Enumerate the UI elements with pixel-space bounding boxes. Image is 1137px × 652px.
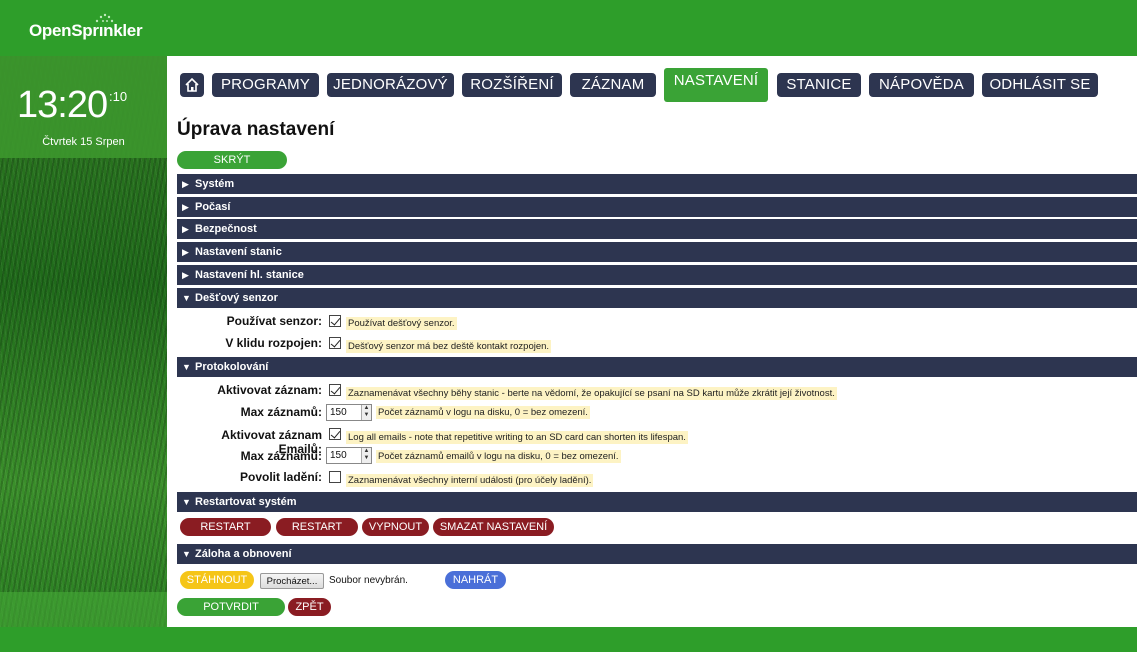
section-title: Dešťový senzor <box>195 292 278 304</box>
restart-ospy-button[interactable]: RESTART OSPY <box>180 518 271 551</box>
restart-hw-button[interactable]: RESTART HW <box>276 518 358 551</box>
section-title: Protokolování <box>195 361 269 373</box>
collapse-icon: ▼ <box>182 497 191 507</box>
rain-nc-checkbox[interactable] <box>329 337 341 349</box>
rain-nc-help: Dešťový senzor má bez deště kontakt rozp… <box>346 340 552 353</box>
collapse-icon: ▼ <box>182 293 191 303</box>
back-button[interactable]: ZPĚT <box>288 598 331 616</box>
clock-panel: 13:20 :10 Čtvrtek 15 Srpen <box>0 56 167 158</box>
nav-stanice[interactable]: STANICE <box>777 73 861 97</box>
email-max-label: Max záznamů: <box>240 449 322 463</box>
nav-zaznam[interactable]: ZÁZNAM <box>570 73 656 97</box>
section-restart[interactable]: ▼ Restartovat systém <box>177 492 1137 512</box>
section-title: Bezpečnost <box>195 223 257 235</box>
log-enable-help: Zaznamenávat všechny běhy stanic - berte… <box>346 387 837 400</box>
sprinkler-spray-icon <box>95 13 114 23</box>
log-max-help: Počet záznamů v logu na disku, 0 = bez o… <box>376 406 590 419</box>
log-max-label: Max záznamů: <box>240 405 322 419</box>
nav-jednorazovy[interactable]: JEDNORÁZOVÝ <box>327 73 454 97</box>
log-enable-checkbox[interactable] <box>329 384 341 396</box>
section-weather[interactable]: ▶ Počasí <box>177 197 1137 217</box>
email-max-help: Počet záznamů emailů v logu na disku, 0 … <box>376 450 621 463</box>
clock-time: 13:20 <box>17 84 108 126</box>
section-title: Restartovat systém <box>195 496 297 508</box>
log-max-input[interactable]: 150 ▲ ▼ <box>326 404 372 421</box>
expand-icon: ▶ <box>182 179 189 189</box>
shutdown-button[interactable]: VYPNOUT <box>362 518 429 536</box>
footer-bar <box>0 627 1137 652</box>
nav-odhlasit[interactable]: ODHLÁSIT SE <box>982 73 1098 97</box>
sidebar-footer <box>0 592 167 627</box>
collapse-icon: ▼ <box>182 362 191 372</box>
rain-use-help: Používat dešťový senzor. <box>346 317 457 330</box>
debug-checkbox[interactable] <box>329 471 341 483</box>
download-button[interactable]: STÁHNOUT <box>180 571 254 589</box>
upload-button[interactable]: NAHRÁT <box>445 571 506 589</box>
section-title: Nastavení hl. stanice <box>195 269 304 281</box>
collapse-icon: ▼ <box>182 549 191 559</box>
section-logging[interactable]: ▼ Protokolování <box>177 357 1137 377</box>
expand-icon: ▶ <box>182 247 189 257</box>
rain-use-label: Používat senzor: <box>226 314 322 328</box>
nav-napoveda[interactable]: NÁPOVĚDA <box>869 73 974 97</box>
rain-nc-label: V klidu rozpojen: <box>225 336 322 350</box>
clock-seconds: :10 <box>109 89 128 104</box>
clock-date: Čtvrtek 15 Srpen <box>42 136 125 148</box>
log-enable-label: Aktivovat záznam: <box>217 383 322 397</box>
expand-icon: ▶ <box>182 270 189 280</box>
section-stations[interactable]: ▶ Nastavení stanic <box>177 242 1137 262</box>
section-title: Záloha a obnovení <box>195 548 292 560</box>
spinner-icon[interactable]: ▲ ▼ <box>361 448 371 463</box>
sidebar-grass: 13:20 :10 Čtvrtek 15 Srpen <box>0 56 167 627</box>
browse-file-button[interactable]: Procházet... <box>260 573 324 589</box>
logo-text-a: OpenSpr <box>29 21 99 40</box>
section-title: Počasí <box>195 201 231 213</box>
log-max-value: 150 <box>330 407 347 418</box>
app-logo[interactable]: OpenSprınkler <box>29 13 143 41</box>
section-backup[interactable]: ▼ Záloha a obnovení <box>177 544 1137 564</box>
section-security[interactable]: ▶ Bezpečnost <box>177 219 1137 239</box>
page-title: Úprava nastavení <box>177 119 335 140</box>
confirm-changes-button[interactable]: POTVRDIT ZMĚNY <box>177 598 285 631</box>
home-icon <box>185 77 199 92</box>
debug-help: Zaznamenávat všechny interní události (p… <box>346 474 594 487</box>
email-max-value: 150 <box>330 450 347 461</box>
email-enable-help: Log all emails - note that repetitive wr… <box>346 431 688 444</box>
debug-label: Povolit ladění: <box>239 470 322 484</box>
section-rain-sensor[interactable]: ▼ Dešťový senzor <box>177 288 1137 308</box>
file-status-text: Soubor nevybrán. <box>329 575 408 586</box>
rain-use-checkbox[interactable] <box>329 315 341 327</box>
spinner-icon[interactable]: ▲ ▼ <box>361 405 371 420</box>
expand-icon: ▶ <box>182 224 189 234</box>
section-master-station[interactable]: ▶ Nastavení hl. stanice <box>177 265 1137 285</box>
section-title: Systém <box>195 178 235 190</box>
nav-programy[interactable]: PROGRAMY <box>212 73 319 97</box>
expand-icon: ▶ <box>182 202 189 212</box>
email-max-input[interactable]: 150 ▲ ▼ <box>326 447 372 464</box>
hide-help-button[interactable]: SKRÝT NÁPOVĚDU <box>177 151 287 184</box>
nav-nastaveni[interactable]: NASTAVENÍ <box>664 68 768 102</box>
nav-rozsireni[interactable]: ROZŠÍŘENÍ <box>462 73 562 97</box>
section-system[interactable]: ▶ Systém <box>177 174 1137 194</box>
home-button[interactable] <box>180 73 204 97</box>
header-bar: OpenSprınkler <box>0 0 1137 56</box>
email-enable-checkbox[interactable] <box>329 428 341 440</box>
reset-settings-button[interactable]: SMAZAT NASTAVENÍ <box>433 518 554 536</box>
section-title: Nastavení stanic <box>195 246 282 258</box>
